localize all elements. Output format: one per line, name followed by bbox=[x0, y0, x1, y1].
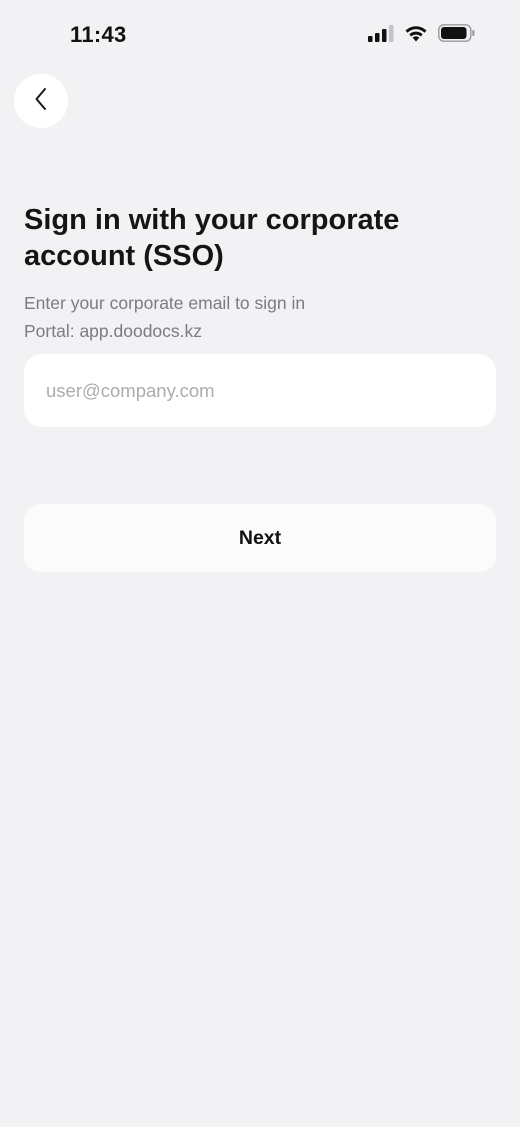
subtitle-instruction: Enter your corporate email to sign in bbox=[24, 293, 306, 313]
email-field[interactable] bbox=[24, 354, 496, 427]
next-button[interactable]: Next bbox=[24, 504, 496, 572]
chevron-left-icon bbox=[34, 87, 48, 116]
status-icons bbox=[368, 24, 476, 42]
status-time: 11:43 bbox=[70, 22, 127, 47]
status-bar: 11:43 bbox=[0, 0, 520, 70]
page-subtitle: Enter your corporate email to sign in Po… bbox=[24, 289, 494, 345]
page-title: Sign in with your corporate account (SSO… bbox=[24, 204, 400, 272]
back-button[interactable] bbox=[14, 74, 68, 128]
battery-icon bbox=[438, 24, 476, 42]
cellular-signal-icon bbox=[368, 24, 394, 42]
wifi-icon bbox=[404, 24, 428, 42]
subtitle-portal: Portal: app.doodocs.kz bbox=[24, 321, 203, 341]
